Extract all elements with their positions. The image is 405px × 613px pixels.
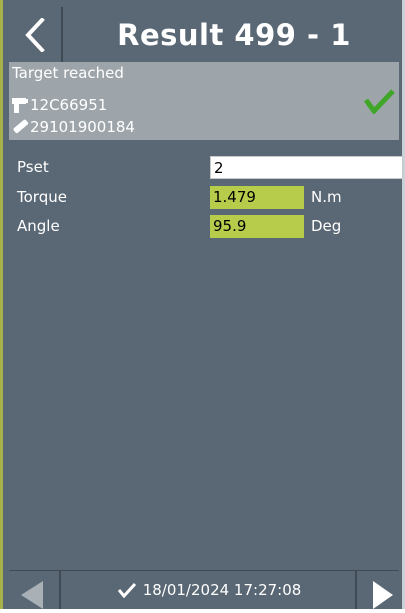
angle-row: Angle 95.9 Deg (9, 215, 399, 239)
checkmark-icon (363, 89, 395, 114)
chevron-left-icon (25, 17, 45, 52)
angle-value: 95.9 (210, 215, 304, 238)
status-text: Target reached (12, 64, 124, 82)
timestamp-text: 18/01/2024 17:27:08 (142, 581, 302, 599)
frame-edge-left (0, 0, 3, 609)
header-bar: Result 499 - 1 (9, 7, 399, 62)
previous-result-button[interactable] (9, 571, 61, 609)
tool-icon (12, 98, 28, 113)
page-title: Result 499 - 1 (117, 17, 351, 52)
torque-value: 1.479 (210, 186, 304, 209)
result-screen: Result 499 - 1 Target reached 12C66951 2… (0, 0, 405, 609)
triangle-left-icon (21, 581, 43, 609)
back-button[interactable] (9, 7, 63, 62)
torque-unit: N.m (311, 188, 342, 206)
status-panel: Target reached 12C66951 29101900184 (9, 62, 399, 140)
footer-bar: 18/01/2024 17:27:08 (9, 571, 399, 609)
torque-row: Torque 1.479 N.m (9, 186, 399, 210)
bolt-icon (13, 119, 29, 133)
part-id: 29101900184 (30, 118, 135, 136)
torque-label: Torque (17, 188, 67, 206)
angle-label: Angle (17, 217, 60, 235)
pset-row: Pset 2 (9, 156, 403, 180)
pset-field[interactable]: 2 (210, 156, 403, 179)
angle-unit: Deg (311, 217, 342, 235)
triangle-right-icon (373, 581, 393, 609)
tool-row: 12C66951 (11, 96, 107, 114)
checkmark-icon (117, 582, 136, 598)
next-result-button[interactable] (355, 571, 399, 609)
result-timestamp: 18/01/2024 17:27:08 (63, 571, 355, 609)
pset-label: Pset (17, 158, 49, 176)
part-row: 29101900184 (11, 118, 135, 136)
tool-id: 12C66951 (30, 96, 108, 114)
